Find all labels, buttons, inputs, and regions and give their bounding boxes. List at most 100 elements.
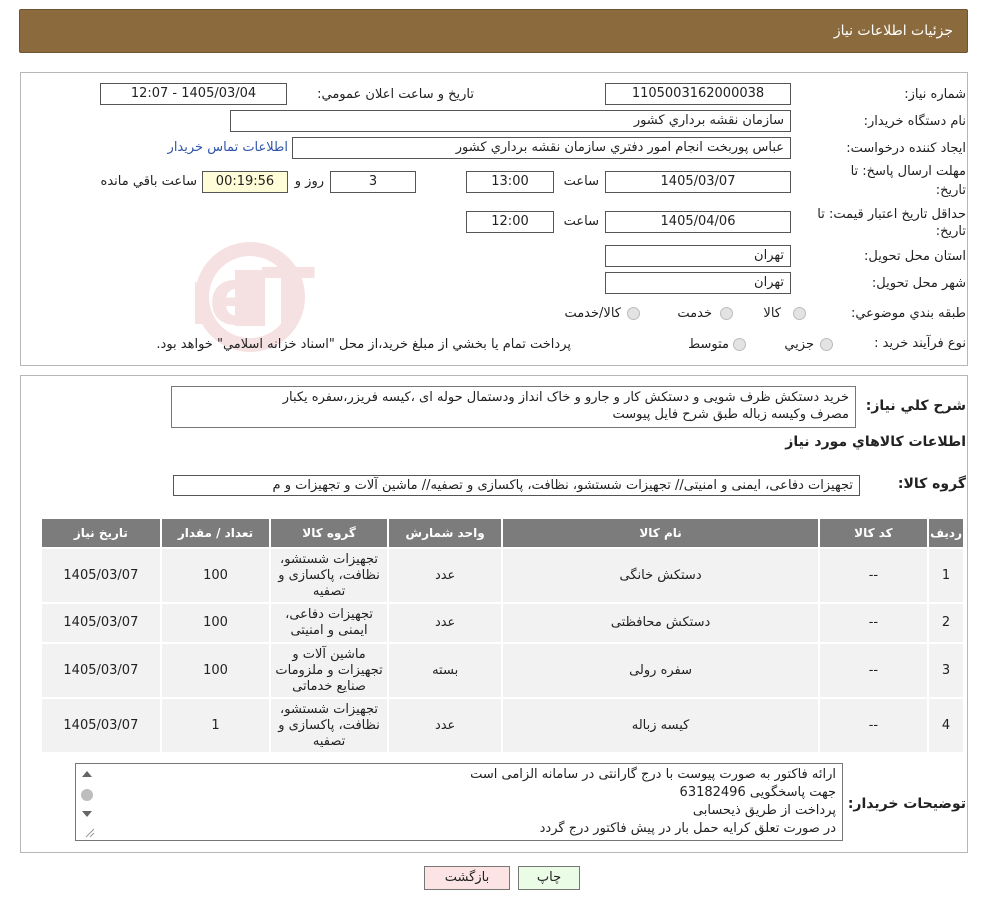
process-minor-radio[interactable] xyxy=(820,338,833,351)
deadline-date-field: 1405/03/07 xyxy=(605,171,791,193)
buyer-notes-label: توضيحات خريدار: xyxy=(847,796,966,812)
need-number-field: 1105003162000038 xyxy=(605,83,791,105)
buyer-org-field: سازمان نقشه برداري كشور xyxy=(230,110,791,132)
buyer-note-line: ارائه فاکتور به صورت پیوست با درج گارانت… xyxy=(470,767,836,782)
province-field: تهران xyxy=(605,245,791,267)
creator-field: عباس پوربخت انجام امور دفتري سازمان نقشه… xyxy=(292,137,791,159)
row-qty: 100 xyxy=(159,547,272,604)
col-unit-header: واحد شمارش xyxy=(386,517,504,549)
goods-group-label: گروه كالا: xyxy=(897,476,966,492)
validity-label-line2: تاريخ: xyxy=(935,224,966,239)
row-code: -- xyxy=(817,547,930,604)
validity-label-line1: حداقل تاريخ اعتبار قيمت: تا xyxy=(817,207,966,222)
col-group-header: گروه كالا xyxy=(269,517,389,549)
validity-time-field: 12:00 xyxy=(466,211,554,233)
page-title: جزئيات اطلاعات نياز xyxy=(833,23,953,39)
row-unit: عدد xyxy=(386,697,504,754)
row-group: تجهیزات شستشو، نظافت، پاکسازی و تصفیه xyxy=(269,547,389,604)
row-group: ماشین آلات و تجهیزات و ملزومات صنایع خدمات… xyxy=(269,642,389,699)
row-group-line: تجهیزات شستشو، xyxy=(280,551,379,567)
row-index: 3 xyxy=(927,642,965,699)
col-code-header: كد كالا xyxy=(817,517,930,549)
process-label: نوع فرآيند خريد : xyxy=(874,336,966,351)
row-name: دستکش خانگی xyxy=(501,547,820,604)
row-group: تجهیزات شستشو، نظافت، پاکسازی و تصفیه xyxy=(269,697,389,754)
row-group-line: ایمنی و امنیتی xyxy=(290,623,368,638)
row-group-line: نظافت، پاکسازی و xyxy=(278,567,380,583)
category-goods-service-radio[interactable] xyxy=(627,307,640,320)
row-index: 2 xyxy=(927,602,965,644)
resize-grip-icon[interactable] xyxy=(85,828,95,838)
description-line-2: مصرف وکیسه زباله طبق شرح فایل پیوست xyxy=(612,407,849,422)
table-row: 2 -- دستکش محافظتی عدد تجهیزات دفاعی، ایم… xyxy=(40,602,965,644)
row-group-line: نظافت، پاکسازی و xyxy=(278,717,380,733)
row-group-line: تجهیزات شستشو، xyxy=(280,701,379,717)
row-index: 4 xyxy=(927,697,965,754)
row-qty: 1 xyxy=(159,697,272,754)
need-number-label: شماره نياز: xyxy=(904,87,966,102)
description-label: شرح كلي نياز: xyxy=(865,398,966,414)
row-name: سفره رولی xyxy=(501,642,820,699)
city-field: تهران xyxy=(605,272,791,294)
goods-group-field: تجهیزات دفاعی، ایمنی و امنیتی// تجهیزات … xyxy=(173,475,860,496)
deadline-label-line1: مهلت ارسال پاسخ: تا xyxy=(850,164,966,179)
row-group-line: صنایع خدماتی xyxy=(292,678,366,694)
deadline-label-line2: تاريخ: xyxy=(935,183,966,198)
row-date: 1405/03/07 xyxy=(40,697,162,754)
row-group: تجهیزات دفاعی، ایمنی و امنیتی xyxy=(269,602,389,644)
row-name: دستکش محافظتی xyxy=(501,602,820,644)
description-line-1: خرید دستکش ظرف شویی و دستکش کار و جارو و… xyxy=(282,390,849,405)
row-qty: 100 xyxy=(159,642,272,699)
buyer-contact-link[interactable]: اطلاعات تماس خريدار xyxy=(168,140,288,155)
announce-datetime-field: 1405/03/04 - 12:07 xyxy=(100,83,287,105)
col-index-header: رديف xyxy=(927,517,965,549)
process-minor-label: جزيي xyxy=(784,337,814,352)
row-group-line: ماشین آلات و xyxy=(292,646,366,662)
row-unit: عدد xyxy=(386,602,504,644)
scroll-down-icon[interactable] xyxy=(82,811,92,817)
goods-table-header: رديف كد كالا نام كالا واحد شمارش گروه كا… xyxy=(40,517,965,549)
city-label: شهر محل تحويل: xyxy=(871,276,966,291)
validity-date-field: 1405/04/06 xyxy=(605,211,791,233)
back-button[interactable]: بازگشت xyxy=(424,866,510,890)
row-date: 1405/03/07 xyxy=(40,602,162,644)
creator-label: ايجاد كننده درخواست: xyxy=(846,141,966,156)
print-button[interactable]: چاپ xyxy=(518,866,580,890)
table-row: 4 -- کیسه زباله عدد تجهیزات شستشو، نظافت،… xyxy=(40,697,965,754)
category-goods-label: كالا xyxy=(763,306,781,321)
category-service-radio[interactable] xyxy=(720,307,733,320)
deadline-time-label: ساعت xyxy=(563,174,599,189)
goods-info-title: اطلاعات كالاهاي مورد نياز xyxy=(785,434,966,450)
row-code: -- xyxy=(817,642,930,699)
deadline-time-field: 13:00 xyxy=(466,171,554,193)
category-service-label: خدمت xyxy=(677,306,712,321)
row-code: -- xyxy=(817,602,930,644)
scroll-thumb[interactable] xyxy=(81,789,93,801)
category-goods-service-label: كالا/خدمت xyxy=(564,306,621,321)
row-unit: عدد xyxy=(386,547,504,604)
category-goods-radio[interactable] xyxy=(793,307,806,320)
buyer-notes-textarea[interactable]: ارائه فاکتور به صورت پیوست با درج گارانت… xyxy=(75,763,843,841)
validity-time-label: ساعت xyxy=(563,214,599,229)
buyer-note-line: در صورت تعلق کرایه حمل بار در پیش فاکتور… xyxy=(539,821,836,836)
col-date-header: تاريخ نياز xyxy=(40,517,162,549)
notes-scrollbar[interactable] xyxy=(76,765,98,839)
page-header: جزئيات اطلاعات نياز xyxy=(19,9,968,53)
row-index: 1 xyxy=(927,547,965,604)
col-name-header: نام كالا xyxy=(501,517,820,549)
treasury-note: پرداخت تمام يا بخشي از مبلغ خريد،از محل … xyxy=(156,337,571,352)
process-medium-label: متوسط xyxy=(688,337,729,352)
row-group-line: تجهیزات و ملزومات xyxy=(275,662,383,678)
col-qty-header: تعداد / مقدار xyxy=(159,517,272,549)
deadline-days-label: روز و xyxy=(294,174,324,189)
process-medium-radio[interactable] xyxy=(733,338,746,351)
buyer-note-line: پرداخت از طریق ذیحسابی xyxy=(692,803,836,818)
province-label: استان محل تحويل: xyxy=(864,249,966,264)
deadline-days-field: 3 xyxy=(330,171,416,193)
category-label: طبقه بندي موضوعي: xyxy=(850,306,966,321)
row-group-line: تصفیه xyxy=(312,733,346,749)
scroll-up-icon[interactable] xyxy=(82,771,92,777)
remaining-time-field: 00:19:56 xyxy=(202,171,288,193)
description-textarea[interactable]: خرید دستکش ظرف شویی و دستکش کار و جارو و… xyxy=(171,386,856,428)
row-qty: 100 xyxy=(159,602,272,644)
